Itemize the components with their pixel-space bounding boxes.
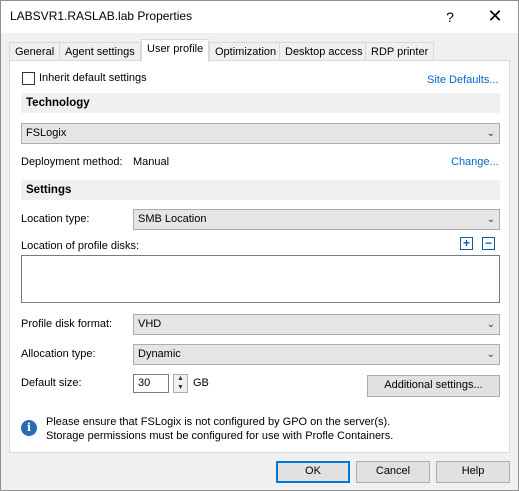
window-title: LABSVR1.RASLAB.lab Properties (10, 9, 193, 23)
default-size-label: Default size: (21, 377, 82, 389)
default-size-input[interactable]: 30 (133, 374, 169, 393)
allocation-type-value: Dynamic (138, 348, 181, 360)
info-icon: i (21, 420, 37, 436)
question-icon: ? (446, 8, 454, 25)
cancel-button[interactable]: Cancel (356, 461, 430, 483)
spin-up-icon[interactable]: ▲ (174, 375, 187, 384)
tab-agent-settings[interactable]: Agent settings (59, 42, 141, 62)
profile-disks-list[interactable] (21, 255, 500, 303)
technology-select-value: FSLogix (26, 127, 67, 139)
close-window-button[interactable]: ✕ (472, 1, 518, 32)
technology-select[interactable]: FSLogix ⌄ (21, 123, 500, 144)
info-line-1: Please ensure that FSLogix is not config… (46, 416, 391, 428)
technology-heading: Technology (21, 93, 500, 113)
site-defaults-link[interactable]: Site Defaults... (427, 74, 499, 86)
profile-disks-label: Location of profile disks: (21, 240, 140, 252)
minus-icon: − (484, 236, 492, 250)
tab-user-profile[interactable]: User profile (141, 39, 210, 62)
ok-button[interactable]: OK (276, 461, 350, 483)
additional-settings-button[interactable]: Additional settings... (367, 375, 500, 397)
chevron-down-icon: ⌄ (486, 128, 495, 139)
default-size-unit: GB (193, 377, 209, 389)
disk-format-label: Profile disk format: (21, 318, 113, 330)
chevron-down-icon: ⌄ (486, 349, 495, 360)
inherit-default-label: Inherit default settings (39, 72, 147, 84)
deployment-method-value: Manual (133, 156, 170, 168)
chevron-down-icon: ⌄ (486, 319, 495, 330)
tab-optimization[interactable]: Optimization (209, 42, 283, 62)
chevron-down-icon: ⌄ (486, 214, 495, 225)
add-location-button[interactable]: + (460, 237, 473, 250)
spin-down-icon[interactable]: ▼ (174, 384, 187, 393)
deployment-method-label: Deployment method: (21, 156, 123, 168)
title-bar: LABSVR1.RASLAB.lab Properties ? ✕ (1, 1, 518, 33)
allocation-type-select[interactable]: Dynamic ⌄ (133, 344, 500, 365)
remove-location-button[interactable]: − (482, 237, 495, 250)
tab-rdp-printer[interactable]: RDP printer (365, 42, 435, 62)
properties-dialog: LABSVR1.RASLAB.lab Properties ? ✕ Genera… (0, 0, 519, 491)
tab-desktop-access[interactable]: Desktop access (279, 42, 369, 62)
default-size-spinner[interactable]: ▲ ▼ (173, 374, 188, 393)
settings-heading: Settings (21, 180, 500, 200)
help-title-button[interactable]: ? (427, 1, 473, 32)
disk-format-select[interactable]: VHD ⌄ (133, 314, 500, 335)
help-button[interactable]: Help (436, 461, 510, 483)
user-profile-panel: Inherit default settings Site Defaults..… (9, 60, 510, 453)
change-deployment-link[interactable]: Change... (451, 156, 499, 168)
location-type-label: Location type: (21, 213, 90, 225)
location-type-select[interactable]: SMB Location ⌄ (133, 209, 500, 230)
plus-icon: + (462, 236, 470, 250)
location-type-value: SMB Location (138, 213, 207, 225)
allocation-type-label: Allocation type: (21, 348, 96, 360)
close-icon: ✕ (487, 6, 503, 26)
disk-format-value: VHD (138, 318, 162, 330)
tab-general[interactable]: General (9, 42, 61, 62)
inherit-default-checkbox[interactable] (22, 72, 35, 85)
info-line-2: Storage permissions must be configured f… (46, 430, 394, 442)
